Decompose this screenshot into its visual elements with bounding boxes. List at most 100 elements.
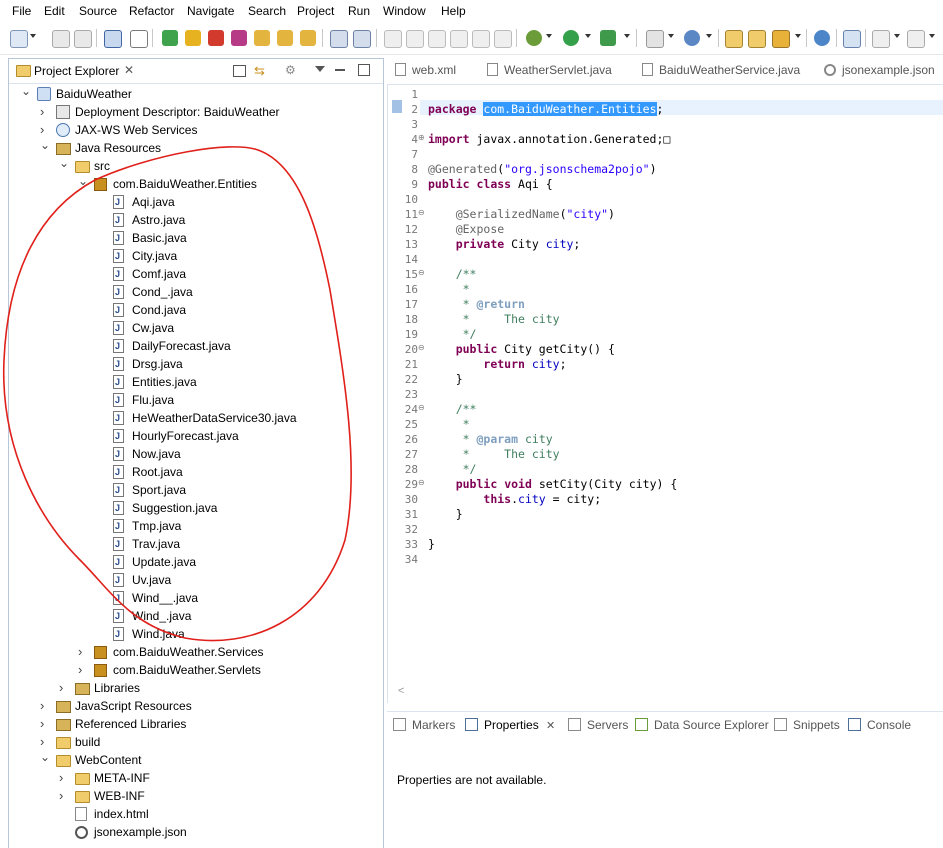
code-line[interactable]: * @return bbox=[428, 297, 525, 312]
step-into-icon[interactable] bbox=[254, 30, 270, 46]
tab-web-xml[interactable]: web.xml bbox=[395, 63, 456, 77]
collapse-all-icon[interactable] bbox=[233, 65, 246, 77]
code-line[interactable]: /** bbox=[428, 402, 477, 417]
suspend-icon[interactable] bbox=[185, 30, 201, 46]
next-edit-icon[interactable] bbox=[872, 30, 890, 48]
tab-servers[interactable]: Servers bbox=[568, 718, 628, 732]
collapse-fold-icon[interactable]: ⊖ bbox=[418, 343, 426, 352]
code-line[interactable]: private City city; bbox=[428, 237, 581, 252]
project-explorer-tab-title[interactable]: Project Explorer bbox=[34, 64, 119, 78]
menu-search[interactable]: Search bbox=[248, 4, 286, 18]
maximize-icon[interactable] bbox=[358, 64, 370, 76]
new-dropdown-icon[interactable] bbox=[30, 34, 36, 38]
expand-fold-icon[interactable]: ⊕ bbox=[418, 133, 426, 142]
code-line[interactable]: package com.BaiduWeather.Entities; bbox=[428, 102, 663, 117]
chevron-right-icon[interactable]: › bbox=[59, 769, 69, 787]
chevron-down-icon[interactable]: ⌄ bbox=[21, 82, 31, 100]
menu-window[interactable]: Window bbox=[383, 4, 426, 18]
run-external-tools-icon[interactable] bbox=[600, 30, 616, 46]
save-icon[interactable] bbox=[52, 30, 70, 48]
tab-baidu-weather-service[interactable]: BaiduWeatherService.java bbox=[642, 63, 800, 77]
code-line[interactable]: public void setCity(City city) { bbox=[428, 477, 678, 492]
code-line[interactable]: @SerializedName("city") bbox=[428, 207, 615, 222]
previous-edit-dropdown-icon[interactable] bbox=[929, 34, 935, 38]
resume-icon[interactable] bbox=[162, 30, 178, 46]
menu-navigate[interactable]: Navigate bbox=[187, 4, 234, 18]
tab-console[interactable]: Console bbox=[848, 718, 911, 732]
code-line[interactable]: * @param city bbox=[428, 432, 553, 447]
show-paragraph-icon[interactable] bbox=[494, 30, 512, 48]
new-icon[interactable] bbox=[10, 30, 28, 48]
chevron-right-icon[interactable]: › bbox=[40, 697, 50, 715]
tab-properties[interactable]: Properties ✕ bbox=[465, 718, 555, 732]
tab-snippets[interactable]: Snippets bbox=[774, 718, 840, 732]
view-dropdown-icon[interactable] bbox=[315, 66, 325, 72]
code-line[interactable]: * bbox=[428, 417, 470, 432]
toggle-block-icon[interactable] bbox=[450, 30, 468, 48]
menu-source[interactable]: Source bbox=[79, 4, 117, 18]
chevron-right-icon[interactable]: › bbox=[40, 715, 50, 733]
next-annotation-icon[interactable] bbox=[843, 30, 861, 48]
chevron-down-icon[interactable]: ⌄ bbox=[59, 154, 69, 172]
close-tab-icon[interactable]: ✕ bbox=[546, 720, 555, 732]
code-line[interactable]: import javax.annotation.Generated;□ bbox=[428, 132, 670, 147]
code-line[interactable]: return city; bbox=[428, 357, 566, 372]
code-line[interactable]: @Expose bbox=[428, 222, 504, 237]
tab-data-source-explorer[interactable]: Data Source Explorer bbox=[635, 718, 769, 732]
close-view-icon[interactable]: ✕ bbox=[124, 63, 134, 77]
view-menu-icon[interactable]: ⚙ bbox=[285, 63, 296, 77]
open-task-icon[interactable] bbox=[748, 30, 766, 48]
external-tools-dropdown-icon[interactable] bbox=[624, 34, 630, 38]
menu-help[interactable]: Help bbox=[441, 4, 466, 18]
debug-dropdown-icon[interactable] bbox=[546, 34, 552, 38]
disconnect-icon[interactable] bbox=[231, 30, 247, 46]
code-line[interactable]: * The city bbox=[428, 447, 560, 462]
chevron-right-icon[interactable]: › bbox=[78, 661, 88, 679]
code-line[interactable]: } bbox=[428, 537, 435, 552]
minimize-icon[interactable] bbox=[335, 69, 345, 71]
chevron-down-icon[interactable]: ⌄ bbox=[40, 136, 50, 154]
tab-jsonexample[interactable]: jsonexample.json bbox=[824, 63, 935, 77]
open-console-icon[interactable] bbox=[104, 30, 122, 48]
menu-refactor[interactable]: Refactor bbox=[129, 4, 174, 18]
code-line[interactable]: */ bbox=[428, 462, 477, 477]
chevron-right-icon[interactable]: › bbox=[59, 679, 69, 697]
new-java-class-icon[interactable] bbox=[684, 30, 700, 46]
chevron-right-icon[interactable]: › bbox=[40, 103, 50, 121]
toggle-word-wrap-icon[interactable] bbox=[428, 30, 446, 48]
tab-markers[interactable]: Markers bbox=[393, 718, 455, 732]
chevron-right-icon[interactable]: › bbox=[59, 787, 69, 805]
code-line[interactable]: } bbox=[428, 372, 463, 387]
toggle-occurrences-icon[interactable] bbox=[406, 30, 424, 48]
server-dropdown-icon[interactable] bbox=[668, 34, 674, 38]
menu-file[interactable]: File bbox=[12, 4, 31, 18]
menu-project[interactable]: Project bbox=[297, 4, 334, 18]
step-over-icon[interactable] bbox=[277, 30, 293, 46]
search-icon[interactable] bbox=[772, 30, 790, 48]
code-line[interactable]: * The city bbox=[428, 312, 560, 327]
open-type-icon[interactable] bbox=[725, 30, 743, 48]
code-line[interactable]: /** bbox=[428, 267, 477, 282]
chevron-right-icon[interactable]: › bbox=[78, 643, 88, 661]
run-dropdown-icon[interactable] bbox=[585, 34, 591, 38]
horizontal-scrollbar[interactable]: < bbox=[398, 685, 938, 699]
menu-run[interactable]: Run bbox=[348, 4, 370, 18]
collapse-fold-icon[interactable]: ⊖ bbox=[418, 268, 426, 277]
step-return-icon[interactable] bbox=[300, 30, 316, 46]
save-all-icon[interactable] bbox=[74, 30, 92, 48]
new-server-icon[interactable] bbox=[646, 30, 664, 48]
code-line[interactable]: } bbox=[428, 507, 463, 522]
previous-edit-icon[interactable] bbox=[907, 30, 925, 48]
next-edit-dropdown-icon[interactable] bbox=[894, 34, 900, 38]
terminate-icon[interactable] bbox=[208, 30, 224, 46]
link-with-editor-icon[interactable]: ⇆ bbox=[254, 63, 265, 79]
menu-edit[interactable]: Edit bbox=[44, 4, 65, 18]
collapse-fold-icon[interactable]: ⊖ bbox=[418, 208, 426, 217]
code-line[interactable]: this.city = city; bbox=[428, 492, 601, 507]
use-step-filters-icon[interactable] bbox=[330, 30, 348, 48]
java-editor[interactable]: 1 2 package com.BaiduWeather.Entities; 3 4 ⊕ i… bbox=[387, 85, 943, 703]
toggle-ant-icon[interactable] bbox=[384, 30, 402, 48]
code-line[interactable]: public class Aqi { bbox=[428, 177, 553, 192]
chevron-down-icon[interactable]: ⌄ bbox=[40, 748, 50, 766]
class-dropdown-icon[interactable] bbox=[706, 34, 712, 38]
